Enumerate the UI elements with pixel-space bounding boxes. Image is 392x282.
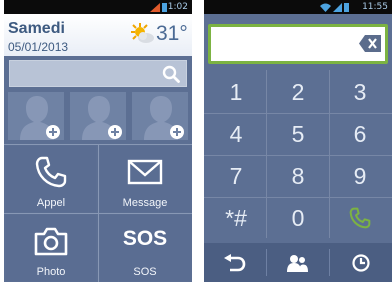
phone-icon	[35, 156, 67, 188]
status-time: 11:55	[362, 2, 388, 12]
add-contact-icon	[20, 96, 60, 140]
sun-cloud-icon	[131, 23, 154, 43]
camera-icon	[34, 227, 68, 256]
key-6[interactable]: 6	[330, 115, 390, 153]
home-screen: 1:02 Samedi 05/01/2013 31° Appel Message…	[4, 0, 192, 282]
favorite-contact-slot-3[interactable]	[132, 92, 188, 140]
sos-tile[interactable]: SOS SOS	[100, 215, 190, 281]
key-7[interactable]: 7	[206, 157, 266, 195]
status-bar: 11:55	[204, 0, 392, 14]
call-icon	[349, 207, 371, 229]
call-tile-label: Appel	[36, 197, 66, 209]
key-1[interactable]: 1	[206, 73, 266, 111]
key-0[interactable]: 0	[268, 199, 328, 237]
signal-icon	[150, 3, 160, 12]
favorite-contact-slot-2[interactable]	[70, 92, 126, 140]
keypad-divider	[204, 113, 392, 114]
backspace-icon[interactable]	[359, 35, 381, 52]
key-3[interactable]: 3	[330, 73, 390, 111]
divider	[329, 249, 330, 276]
divider	[266, 249, 267, 276]
photo-tile[interactable]: Photo	[6, 215, 96, 281]
key-2[interactable]: 2	[268, 73, 328, 111]
add-contact-icon	[82, 96, 122, 140]
status-time: 1:02	[167, 2, 188, 12]
message-tile-label: Message	[122, 197, 168, 209]
keypad-divider	[266, 70, 267, 238]
status-bar: 1:02	[4, 0, 192, 14]
add-contact-icon	[144, 96, 184, 140]
keypad-divider	[204, 155, 392, 156]
key-5[interactable]: 5	[268, 115, 328, 153]
date-label: 05/01/2013	[8, 40, 69, 54]
contacts-icon[interactable]	[286, 254, 308, 272]
call-button[interactable]	[330, 199, 390, 237]
signal-icon	[333, 3, 342, 12]
call-tile[interactable]: Appel	[6, 146, 96, 212]
battery-icon	[162, 3, 167, 12]
keypad-divider	[204, 197, 392, 198]
search-bar[interactable]	[9, 60, 187, 87]
divider	[98, 144, 99, 282]
back-icon[interactable]	[224, 254, 246, 272]
date-weather-widget[interactable]: Samedi 05/01/2013 31°	[4, 14, 192, 56]
sos-icon-text: SOS	[122, 227, 168, 250]
message-tile[interactable]: Message	[100, 146, 190, 212]
favorite-contact-slot-1[interactable]	[8, 92, 64, 140]
dialer-screen: 11:55 1 2 3 4 5 6 7 8 9 *# 0	[204, 0, 392, 282]
day-label: Samedi	[8, 20, 65, 37]
envelope-icon	[127, 159, 163, 185]
key-4[interactable]: 4	[206, 115, 266, 153]
phone-number-input[interactable]	[208, 24, 388, 64]
wifi-icon	[320, 3, 331, 12]
key-star-hash[interactable]: *#	[206, 199, 266, 237]
key-8[interactable]: 8	[268, 157, 328, 195]
search-icon[interactable]	[162, 65, 180, 83]
temperature-label: 31°	[156, 22, 188, 45]
dialer-bottom-bar	[204, 243, 392, 282]
sos-tile-label: SOS	[133, 266, 157, 278]
photo-tile-label: Photo	[36, 266, 66, 278]
key-9[interactable]: 9	[330, 157, 390, 195]
battery-icon	[344, 3, 349, 12]
history-icon[interactable]	[350, 254, 372, 272]
